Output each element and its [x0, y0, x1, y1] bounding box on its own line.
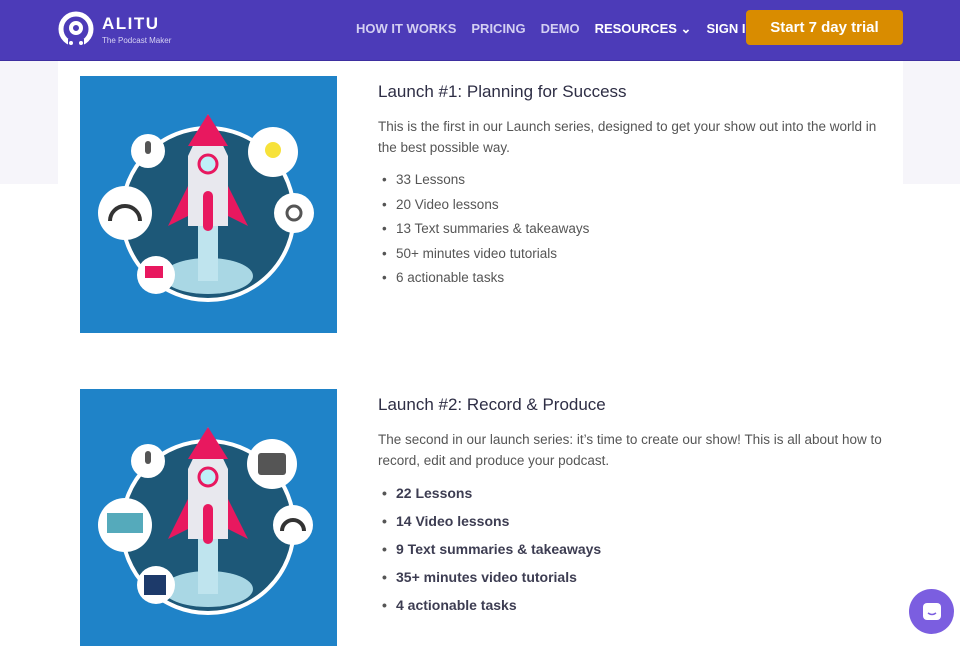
list-item: 6 actionable tasks [382, 269, 888, 287]
list-item: 33 Lessons [382, 171, 888, 189]
list-item: 22 Lessons [382, 484, 888, 502]
rocket-illustration-icon [98, 114, 314, 302]
list-item: 13 Text summaries & takeaways [382, 220, 888, 238]
nav-pricing[interactable]: PRICING [471, 21, 525, 37]
chat-icon [922, 602, 941, 620]
course-title: Launch #1: Planning for Success [378, 82, 627, 101]
logo[interactable]: ALITU The Podcast Maker [58, 11, 171, 47]
course-description: The second in our launch series: it’s ti… [378, 432, 882, 468]
site-header: ALITU The Podcast Maker HOW IT WORKS PRIC… [0, 0, 960, 61]
course-title: Launch #2: Record & Produce [378, 395, 606, 414]
brand-tagline: The Podcast Maker [102, 35, 172, 45]
list-item: 9 Text summaries & takeaways [382, 540, 888, 558]
chat-launcher-button[interactable] [909, 589, 954, 634]
rocket-illustration-icon [98, 427, 313, 615]
list-item: 35+ minutes video tutorials [382, 568, 888, 586]
main-nav: HOW IT WORKS PRICING DEMO RESOURCES ⌄ SI… [356, 21, 755, 37]
nav-resources-label: RESOURCES [594, 21, 677, 36]
list-item: 4 actionable tasks [382, 596, 888, 614]
brand-name: ALITU [102, 13, 160, 33]
course-features: 22 Lessons 14 Video lessons 9 Text summa… [378, 484, 888, 614]
list-item: 14 Video lessons [382, 512, 888, 530]
nav-demo[interactable]: DEMO [541, 21, 580, 37]
nav-resources[interactable]: RESOURCES ⌄ [595, 21, 692, 37]
list-item: 50+ minutes video tutorials [382, 245, 888, 263]
nav-how-it-works[interactable]: HOW IT WORKS [356, 21, 456, 37]
course-2: Launch #2: Record & Produce The second i… [378, 395, 888, 624]
course-features: 33 Lessons 20 Video lessons 13 Text summ… [378, 171, 888, 287]
course-description: This is the first in our Launch series, … [378, 119, 877, 155]
chevron-down-icon: ⌄ [680, 21, 692, 36]
course-1: Launch #1: Planning for Success This is … [378, 82, 888, 294]
course-2-image [80, 389, 337, 646]
start-trial-button[interactable]: Start 7 day trial [746, 10, 903, 45]
course-1-image [80, 76, 337, 333]
alitu-logo-icon [58, 11, 94, 47]
list-item: 20 Video lessons [382, 196, 888, 214]
